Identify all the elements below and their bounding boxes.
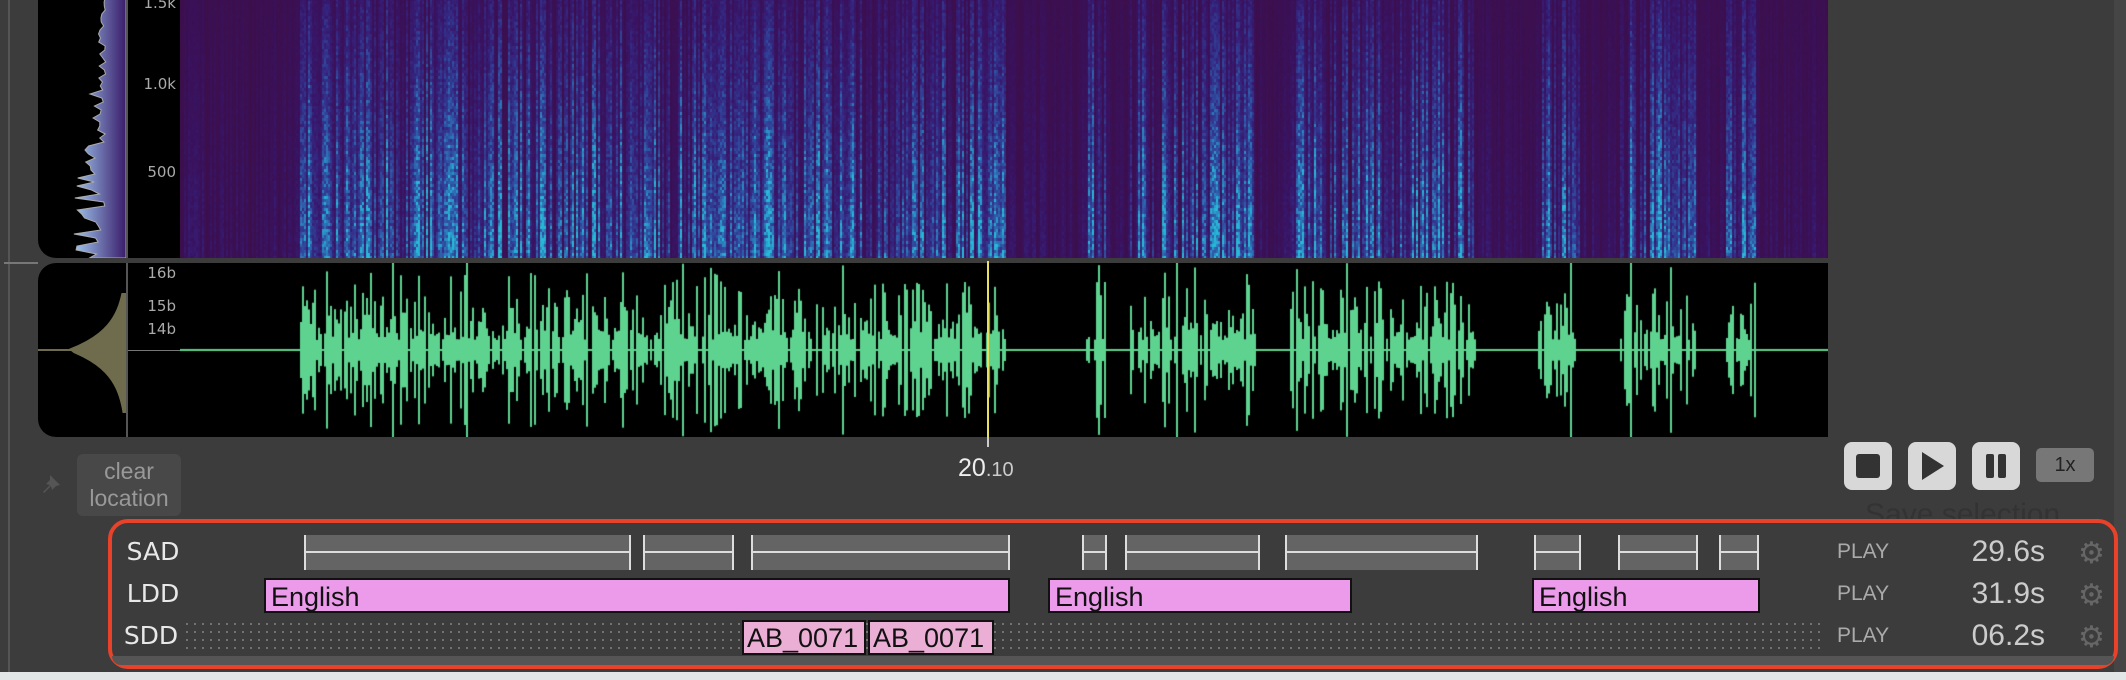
left-divider <box>8 0 10 672</box>
panel-resize-handle[interactable] <box>4 262 38 264</box>
sad-segment[interactable] <box>1618 535 1698 570</box>
sad-segment[interactable] <box>643 535 734 570</box>
freq-tick: 500 <box>147 163 176 181</box>
play-sdd-button[interactable]: PLAY <box>1837 624 1889 648</box>
sad-segment[interactable] <box>751 535 1010 570</box>
pause-icon <box>1986 454 2006 478</box>
sdd-track[interactable] <box>183 620 1824 655</box>
clear-location-button[interactable]: clear location <box>77 454 181 516</box>
sad-segment[interactable] <box>1082 535 1107 570</box>
sdd-segment[interactable]: AB_0071 <box>868 620 994 655</box>
ldd-duration: 31.9s <box>1971 577 2045 610</box>
sad-segment[interactable] <box>1285 535 1478 570</box>
sdd-segment[interactable]: AB_0071 <box>742 620 866 655</box>
sdd-settings-gear-icon[interactable]: ⚙ <box>2078 620 2105 655</box>
pause-button[interactable] <box>1972 442 2020 490</box>
stop-icon <box>1856 454 1880 478</box>
track-label-sdd: SDD <box>123 621 179 650</box>
sad-segment[interactable] <box>304 535 631 570</box>
track-label-ldd: LDD <box>126 579 180 608</box>
speed-button[interactable]: 1x <box>2036 448 2094 482</box>
ldd-settings-gear-icon[interactable]: ⚙ <box>2078 578 2105 613</box>
spectrum-histogram <box>73 0 126 258</box>
stop-button[interactable] <box>1844 442 1892 490</box>
amplitude-histogram <box>38 293 126 413</box>
waveform-image[interactable] <box>180 263 1828 437</box>
waveform-panel[interactable]: 16b 15b 14b <box>38 263 1828 437</box>
frequency-axis: 1.5k 1.0k 500 <box>128 0 180 258</box>
play-icon <box>1922 452 1944 480</box>
track-label-sad: SAD <box>126 537 180 566</box>
spectrogram-image[interactable] <box>180 0 1828 258</box>
amp-tick: 14b <box>147 320 176 338</box>
ldd-segment[interactable]: English <box>1048 578 1352 613</box>
amp-tick: 15b <box>147 297 176 315</box>
sdd-duration: 06.2s <box>1971 619 2045 652</box>
play-sad-button[interactable]: PLAY <box>1837 540 1889 564</box>
sad-duration: 29.6s <box>1971 535 2045 568</box>
amp-tick: 16b <box>147 264 176 282</box>
playhead-time: 20.10 <box>958 454 1014 482</box>
playhead-line[interactable] <box>987 261 989 437</box>
ldd-segment[interactable]: English <box>1532 578 1760 613</box>
play-ldd-button[interactable]: PLAY <box>1837 582 1889 606</box>
sad-segment[interactable] <box>1719 535 1759 570</box>
amplitude-distribution <box>68 293 126 413</box>
freq-tick: 1.0k <box>143 75 176 93</box>
ldd-segment[interactable]: English <box>264 578 1010 613</box>
clear-location-line2: location <box>89 485 169 511</box>
sad-segment[interactable] <box>1125 535 1260 570</box>
clear-location-line1: clear <box>104 458 154 484</box>
freq-tick: 1.5k <box>143 0 176 12</box>
sad-settings-gear-icon[interactable]: ⚙ <box>2078 536 2105 571</box>
pin-icon <box>43 475 60 493</box>
play-button[interactable] <box>1908 442 1956 490</box>
sad-segment[interactable] <box>1534 535 1581 570</box>
spectrum-curve <box>73 0 126 258</box>
spectrogram-panel[interactable]: 1.5k 1.0k 500 <box>38 0 1828 258</box>
